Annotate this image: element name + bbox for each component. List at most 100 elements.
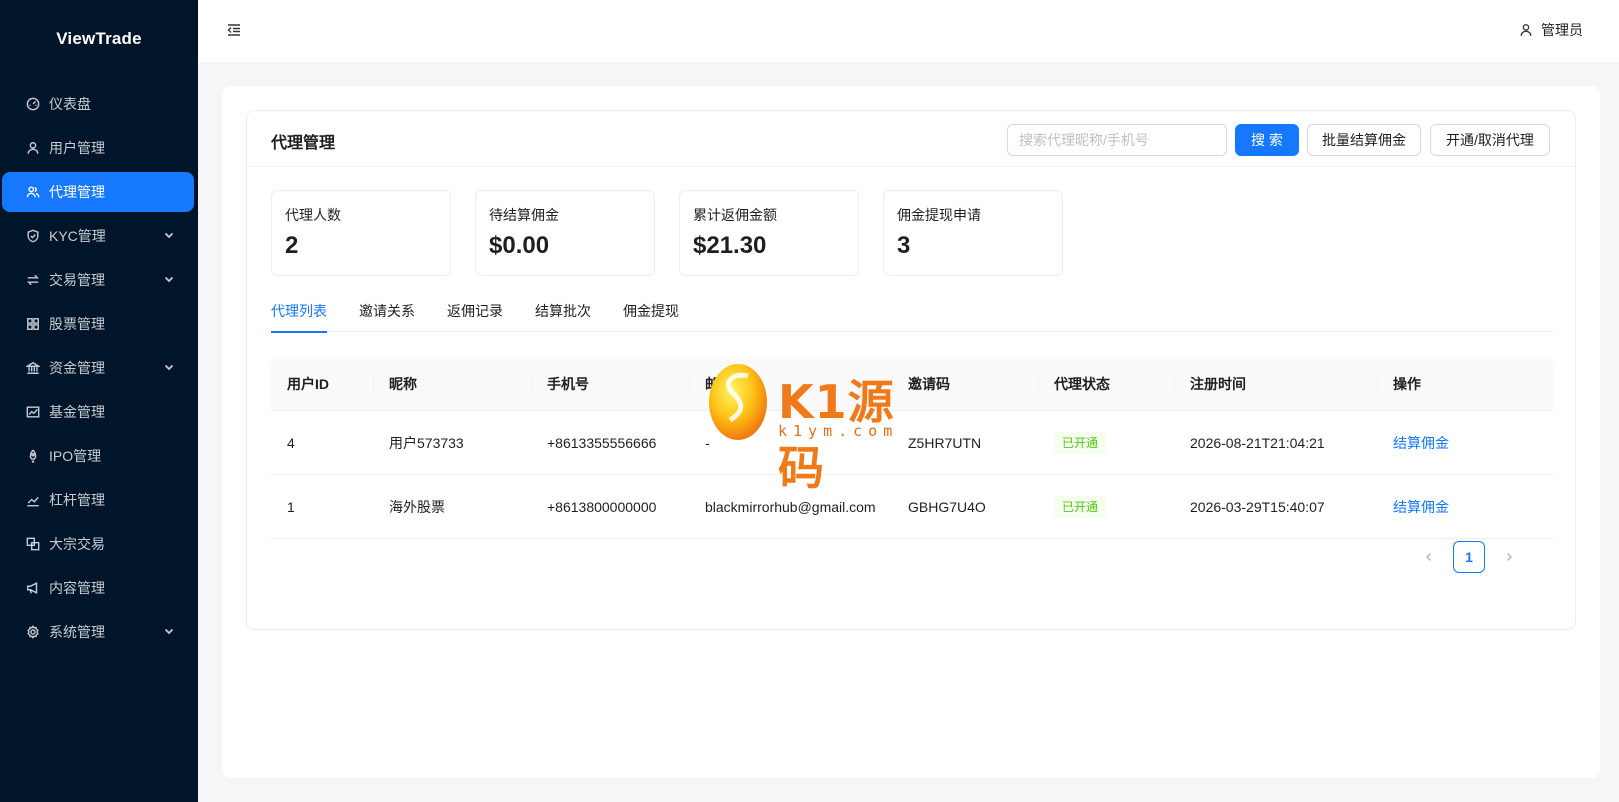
stat-value: $21.30 [693,232,767,259]
batch-settle-button[interactable]: 批量结算佣金 [1307,124,1421,156]
cell-nickname: 用户573733 [389,434,464,451]
search-button[interactable]: 搜 索 [1235,124,1299,156]
sidebar-item-label: 基金管理 [49,404,105,420]
sidebar-item-block-trade[interactable]: 大宗交易 [2,524,194,564]
sidebar-menu: 仪表盘 用户管理 代理管理 KYC管理 交易管理 股票管理 资金管理 基金管理 … [0,78,198,652]
agent-table: 用户ID 昵称 手机号 邮 邀请码 代理状态 注册时间 操作 4 用户57373… [271,357,1553,539]
user-icon [1519,23,1533,37]
notification-icon [26,581,40,595]
chevron-down-icon [164,362,174,372]
swap-icon [26,273,40,287]
line-chart-icon [26,493,40,507]
sidebar-item-ipo[interactable]: IPO管理 [2,436,194,476]
sidebar-item-label: KYC管理 [49,228,106,244]
settle-commission-link[interactable]: 结算佣金 [1377,435,1449,451]
sidebar-item-stocks[interactable]: 股票管理 [2,304,194,344]
sidebar-item-label: 用户管理 [49,140,105,156]
next-page-icon[interactable] [1493,541,1525,573]
sidebar-item-kyc[interactable]: KYC管理 [2,216,194,256]
bank-icon [26,361,40,375]
status-badge: 已开通 [1054,495,1107,518]
area-chart-icon [26,405,40,419]
toggle-agent-button[interactable]: 开通/取消代理 [1430,124,1550,156]
cell-phone: +8613355556666 [547,434,657,451]
sidebar-item-label: IPO管理 [49,448,102,464]
user-icon [26,141,40,155]
stat-card: 累计返佣金额 $21.30 [679,190,859,276]
card-header: 代理管理 搜 索 批量结算佣金 开通/取消代理 [247,111,1575,167]
user-menu[interactable]: 管理员 [1519,20,1583,40]
sidebar-item-users[interactable]: 用户管理 [2,128,194,168]
tab-bar: 代理列表 邀请关系 返佣记录 结算批次 佣金提现 [271,299,1553,333]
prev-page-icon[interactable] [1413,541,1445,573]
column-header: 邀请码 [892,357,1038,411]
sidebar-item-dashboard[interactable]: 仪表盘 [2,84,194,124]
menu-fold-icon[interactable] [226,22,242,38]
tab-rebate-records[interactable]: 返佣记录 [447,299,503,332]
table-header: 用户ID 昵称 手机号 邮 邀请码 代理状态 注册时间 操作 [271,357,1553,411]
app-logo[interactable]: ViewTrade [0,0,198,78]
chevron-down-icon [164,274,174,284]
stat-card: 待结算佣金 $0.00 [475,190,655,276]
stat-label: 佣金提现申请 [897,207,981,223]
stat-card: 佣金提现申请 3 [883,190,1063,276]
sidebar-item-label: 仪表盘 [49,96,91,112]
top-header: 管理员 [198,0,1619,62]
sidebar-item-agents[interactable]: 代理管理 [2,172,194,212]
cell-invite-code: Z5HR7UTN [908,434,982,451]
table-row: 4 用户573733 +8613355556666 - Z5HR7UTN 已开通… [271,411,1553,475]
main-content: 代理管理 搜 索 批量结算佣金 开通/取消代理 代理人数 2 待结算佣金 $0.… [222,86,1600,778]
column-header: 手机号 [531,357,689,411]
cell-registered: 2026-08-21T21:04:21 [1190,434,1325,451]
column-header: 邮 [689,357,892,411]
cell-status: 已开通 [1038,495,1174,518]
shield-check-icon [26,229,40,243]
sidebar-item-label: 杠杆管理 [49,492,105,508]
pagination: 1 [1413,541,1525,573]
sidebar-item-label: 交易管理 [49,272,105,288]
column-header: 代理状态 [1038,357,1174,411]
sidebar-item-system[interactable]: 系统管理 [2,612,194,652]
rocket-icon [26,449,40,463]
stat-value: 3 [897,232,911,259]
sidebar-item-label: 内容管理 [49,580,105,596]
sidebar-item-content[interactable]: 内容管理 [2,568,194,608]
cell-registered: 2026-03-29T15:40:07 [1190,498,1325,515]
page-number[interactable]: 1 [1453,541,1485,573]
stat-label: 待结算佣金 [489,207,559,223]
block-icon [26,537,40,551]
sidebar-item-label: 大宗交易 [49,536,105,552]
tab-settlement-batches[interactable]: 结算批次 [535,299,591,332]
sidebar-item-label: 股票管理 [49,316,105,332]
stat-value: 2 [285,232,299,259]
setting-icon [26,625,40,639]
sidebar-item-label: 资金管理 [49,360,105,376]
column-header: 昵称 [373,357,531,411]
column-header: 注册时间 [1174,357,1377,411]
tab-agent-list[interactable]: 代理列表 [271,299,327,333]
search-input[interactable] [1007,124,1227,156]
table-row: 1 海外股票 +8613800000000 blackmirrorhub@gma… [271,475,1553,539]
grid-icon [26,317,40,331]
stat-value: $0.00 [489,232,550,259]
sidebar: ViewTrade 仪表盘 用户管理 代理管理 KYC管理 交易管理 股票管理 [0,0,198,802]
column-header: 操作 [1377,357,1553,411]
sidebar-item-funds-management[interactable]: 资金管理 [2,348,194,388]
dashboard-icon [26,97,40,111]
cell-status: 已开通 [1038,431,1174,454]
sidebar-item-trading[interactable]: 交易管理 [2,260,194,300]
sidebar-item-leverage[interactable]: 杠杆管理 [2,480,194,520]
sidebar-item-fund[interactable]: 基金管理 [2,392,194,432]
cell-user-id: 4 [287,434,295,451]
stats-row: 代理人数 2 待结算佣金 $0.00 累计返佣金额 $21.30 佣金提现申请 … [271,190,1087,276]
stat-card: 代理人数 2 [271,190,451,276]
tab-commission-withdrawal[interactable]: 佣金提现 [623,299,679,332]
cell-user-id: 1 [287,498,295,515]
settle-commission-link[interactable]: 结算佣金 [1377,499,1449,515]
sidebar-item-label: 代理管理 [49,184,105,200]
agent-card: 代理管理 搜 索 批量结算佣金 开通/取消代理 代理人数 2 待结算佣金 $0.… [246,110,1576,630]
tab-invite-relations[interactable]: 邀请关系 [359,299,415,332]
stat-label: 累计返佣金额 [693,207,777,223]
chevron-down-icon [164,230,174,240]
chevron-down-icon [164,626,174,636]
